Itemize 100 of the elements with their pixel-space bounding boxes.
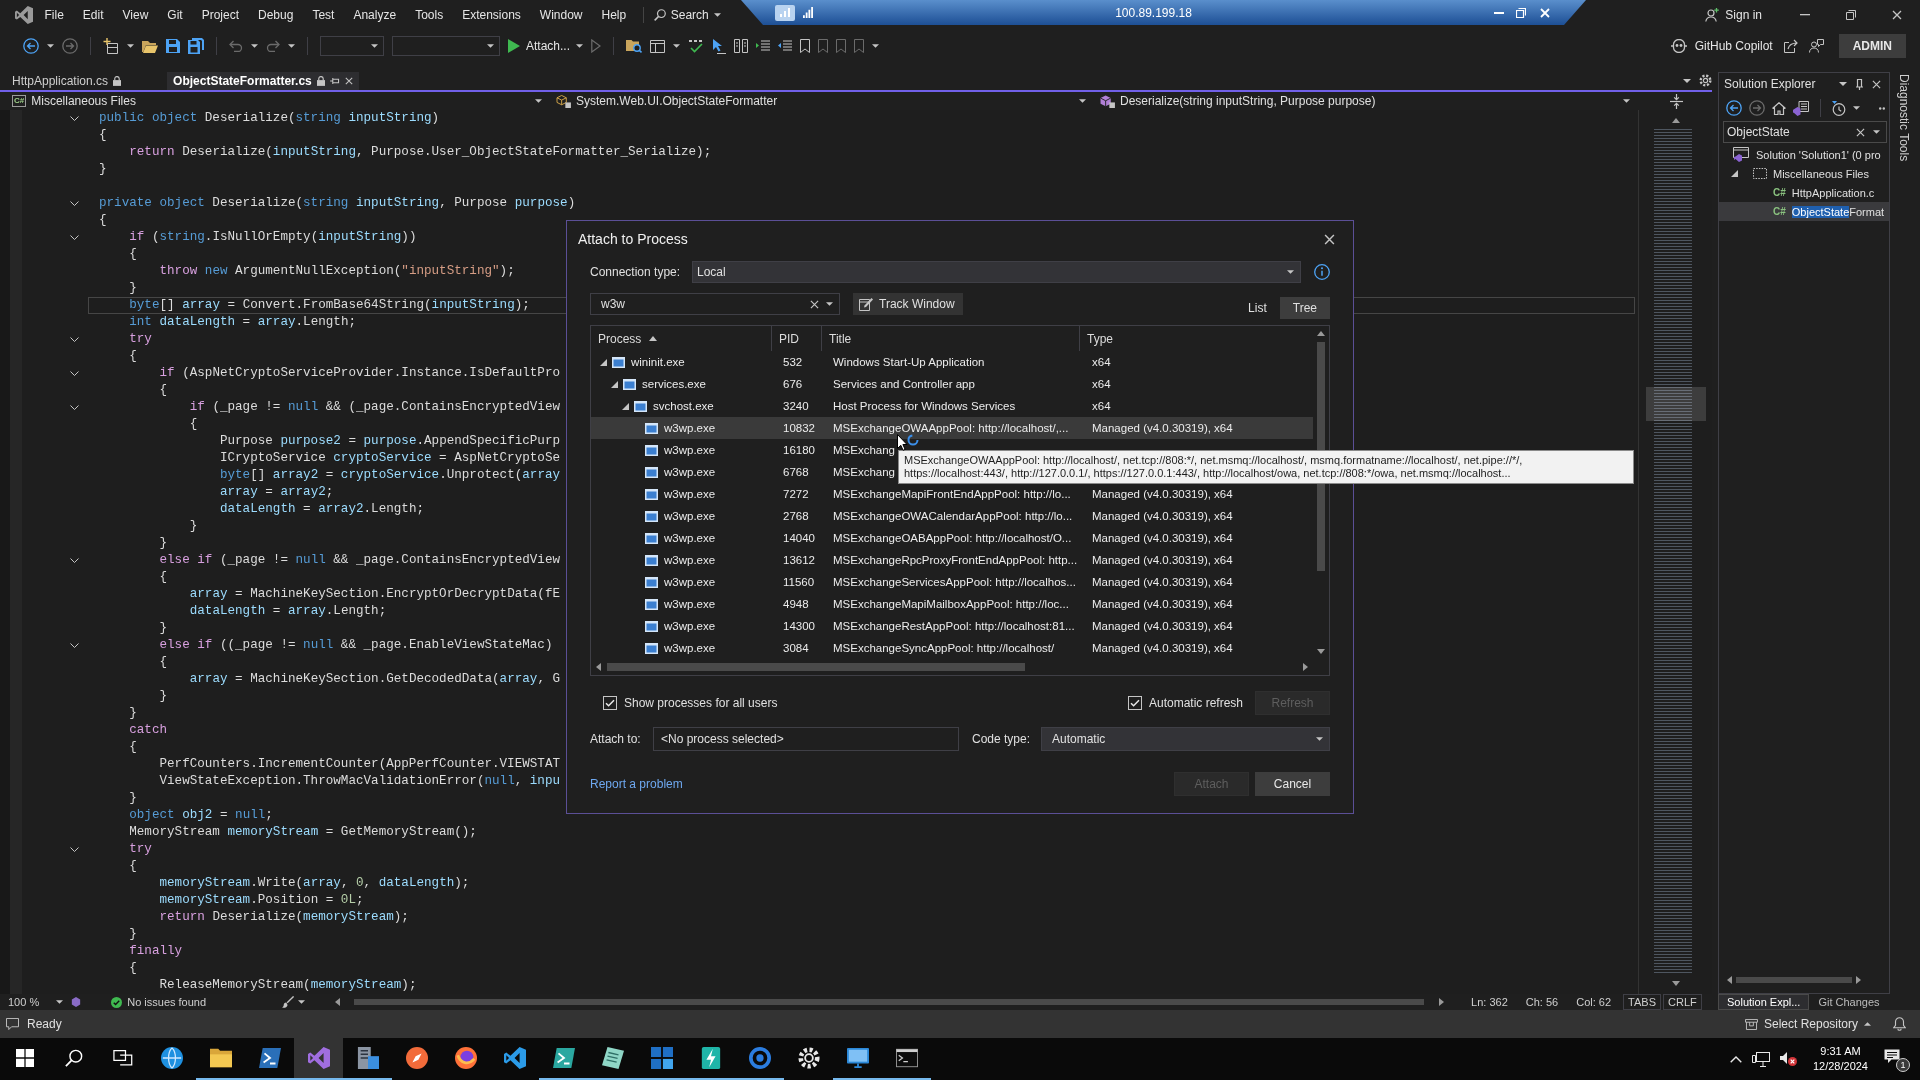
code-line: }: [159, 536, 168, 550]
notification-count-badge: 1: [1896, 1058, 1910, 1072]
table-cell: 10832: [783, 422, 815, 434]
table-cell: w3wp.exe: [664, 444, 716, 456]
table-cell: 14040: [783, 532, 815, 544]
tree-item-label: ObjectStateFormat: [1791, 205, 1885, 218]
code-line: byte[] array2 = cryptoService.Unprotect(array: [219, 468, 561, 482]
table-cell: Managed (v4.0.30319), x64: [1092, 598, 1233, 610]
code-line: PerfCounters.IncrementCounter(AppPerfCounter.VIEWSTAT: [159, 757, 560, 771]
table-cell: w3wp.exe: [664, 488, 716, 500]
code-line: {: [129, 859, 137, 873]
table-cell: x64: [1092, 356, 1111, 368]
code-line: else if ((_page != null && _page.EnableViewStateMac): [159, 638, 553, 652]
remote-address: 100.89.199.18: [1115, 5, 1192, 20]
table-cell: Managed (v4.0.30319), x64: [1092, 642, 1233, 654]
code-line: byte[] array = Convert.FromBase64String(inputString);: [129, 298, 530, 312]
field-label: Connection type:: [590, 265, 682, 279]
table-cell: 676: [783, 378, 803, 390]
table-cell: w3wp.exe: [664, 620, 716, 632]
code-line: catch: [129, 723, 168, 737]
table-cell: MSExchangeSyncAppPool: http://localhost/: [833, 642, 1055, 654]
table-cell: 11560: [783, 576, 815, 588]
table-cell: MSExchang: [833, 444, 895, 456]
table-cell: MSExchangeOWACalendarAppPool: http://lo...: [833, 510, 1073, 522]
code-line: array = MachineKeySection.EncryptOrDecryptData(fE: [189, 587, 561, 601]
table-cell: w3wp.exe: [664, 598, 716, 610]
table-cell: w3wp.exe: [664, 642, 716, 654]
code-line: }: [159, 689, 168, 703]
code-line: else if (_page != null && _page.ContainsEncryptedView: [159, 553, 561, 567]
file-type-label: C#: [1773, 187, 1786, 198]
code-line: }: [129, 791, 137, 805]
code-line: if (AspNetCryptoServiceProvider.Instance.IsDefaultPro: [159, 366, 561, 380]
table-cell: Managed (v4.0.30319), x64: [1092, 510, 1233, 522]
table-cell: MSExchangeOWAAppPool: http://localhost/,...: [833, 422, 1069, 434]
code-line: {: [129, 349, 137, 363]
table-cell: Services and Controller app: [833, 378, 975, 390]
table-cell: services.exe: [642, 378, 706, 390]
field-label: Attach to:: [590, 732, 642, 746]
table-cell: MSExchangeRpcProxyFrontEndAppPool: http...: [833, 554, 1078, 566]
code-line: {: [159, 655, 168, 669]
code-line: }: [99, 162, 107, 176]
code-line: ViewStateException.ThrowMacValidationError(null, inpu: [159, 774, 561, 788]
code-line: Purpose purpose2 = purpose.AppendSpecificPurp: [219, 434, 561, 448]
code-line: public object Deserialize(string inputString): [99, 111, 440, 125]
code-line: {: [99, 128, 107, 142]
code-line: ReleaseMemoryStream(memoryStream);: [159, 978, 417, 992]
status-text: Ready: [27, 1017, 62, 1031]
table-cell: w3wp.exe: [664, 466, 716, 478]
table-cell: Managed (v4.0.30319), x64: [1092, 554, 1233, 566]
dialog-title: Attach to Process: [578, 231, 688, 247]
table-cell: 6768: [783, 466, 809, 478]
table-cell: Windows Start-Up Application: [833, 356, 985, 368]
code-line: {: [129, 740, 137, 754]
field-label: Code type:: [972, 732, 1032, 746]
panel-title: Solution Explorer: [1724, 77, 1816, 91]
code-line: memoryStream.Position = 0L;: [159, 893, 364, 907]
table-cell: Managed (v4.0.30319), x64: [1092, 620, 1233, 632]
table-cell: x64: [1092, 400, 1111, 412]
code-line: }: [129, 927, 137, 941]
table-cell: 16180: [783, 444, 815, 456]
code-line: private object Deserialize(string inputString, Purpose purpose): [99, 196, 576, 210]
code-line: finally: [129, 944, 183, 958]
code-line: int dataLength = array.Length;: [129, 315, 356, 329]
table-cell: 3084: [783, 642, 809, 654]
table-cell: MSExchangeServicesAppPool: http://localhos...: [833, 576, 1076, 588]
tree-item-label: Solution 'Solution1' (0 pro: [1756, 148, 1881, 161]
tree-item-label: Miscellaneous Files: [1773, 167, 1869, 180]
code-line: object obj2 = null;: [129, 808, 273, 822]
code-line: try: [129, 332, 152, 346]
code-line: }: [129, 706, 137, 720]
table-cell: Managed (v4.0.30319), x64: [1092, 488, 1233, 500]
table-cell: Managed (v4.0.30319), x64: [1092, 422, 1233, 434]
code-line: {: [189, 417, 198, 431]
table-cell: svchost.exe: [653, 400, 714, 412]
table-cell: wininit.exe: [631, 356, 685, 368]
code-line: try: [129, 842, 152, 856]
table-cell: 532: [783, 356, 803, 368]
table-cell: w3wp.exe: [664, 576, 716, 588]
code-line: dataLength = array.Length;: [189, 604, 387, 618]
file-type-label: C#: [1773, 206, 1786, 217]
code-line: array = MachineKeySection.GetDecodedData(array, G: [189, 672, 561, 686]
table-cell: x64: [1092, 378, 1111, 390]
table-cell: w3wp.exe: [664, 510, 716, 522]
code-line: {: [159, 383, 168, 397]
table-cell: 7272: [783, 488, 809, 500]
tooltip: MSExchangeOWAAppPool: http://localhost/, net.tcp://808:*/, net.msmq://localhost/, msmq.formatname://localhost/, net.pipe://*/, https://localhost:443/, http://127.0.0.1/, https://127.0.0.1:443/, http://localhost/owa, net.tcp://808:*/owa, net.msmq://localhost...: [898, 450, 1634, 484]
table-cell: w3wp.exe: [664, 422, 716, 434]
code-line: ICryptoService cryptoService = AspNetCryptoSe: [219, 451, 561, 465]
tree-item-label: HttpApplication.c: [1791, 186, 1875, 199]
table-cell: MSExchangeMapiFrontEndAppPool: http://lo...: [833, 488, 1071, 500]
code-line: {: [129, 247, 137, 261]
table-cell: 13612: [783, 554, 815, 566]
code-line: if (_page != null && (_page.ContainsEncryptedView: [189, 400, 561, 414]
code-line: dataLength = array2.Length;: [219, 502, 424, 516]
table-cell: 3240: [783, 400, 809, 412]
code-line: {: [159, 570, 168, 584]
table-cell: Managed (v4.0.30319), x64: [1092, 576, 1233, 588]
table-cell: Host Process for Windows Services: [833, 400, 1016, 412]
code-line: {: [99, 213, 107, 227]
code-line: MemoryStream memoryStream = GetMemoryStream();: [129, 825, 477, 839]
